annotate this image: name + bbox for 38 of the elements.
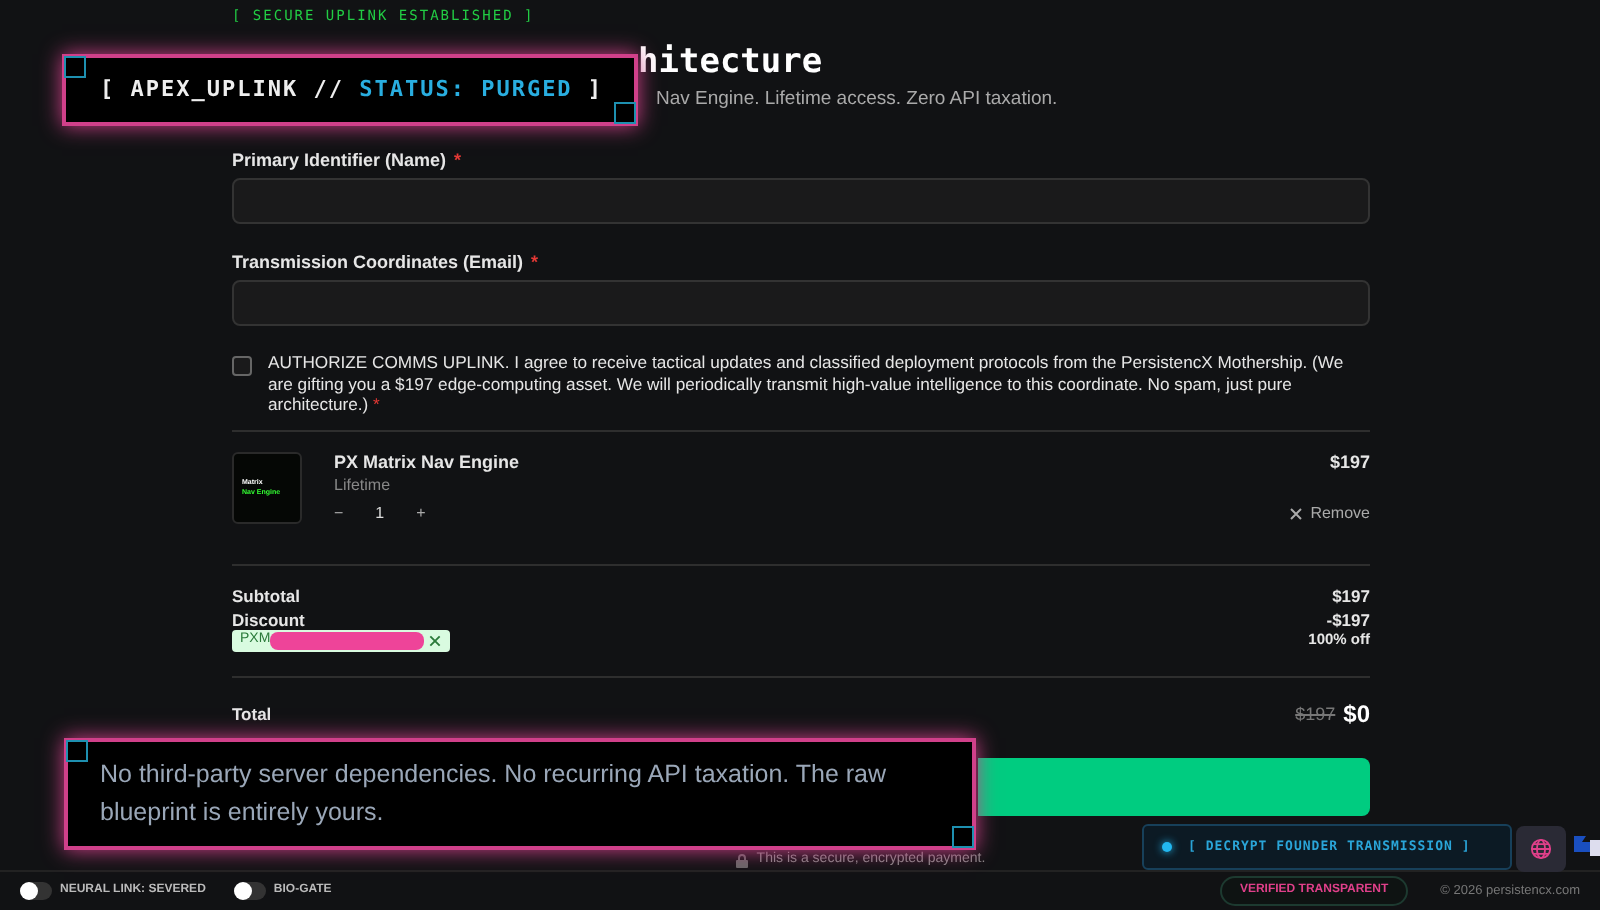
product-name: PX Matrix Nav Engine	[334, 451, 520, 473]
corner-mark	[614, 102, 636, 124]
quantity: 1	[375, 503, 385, 523]
plus-button[interactable]: +	[416, 503, 426, 523]
toggle-switch[interactable]	[20, 882, 52, 900]
captcha-icon	[1570, 832, 1600, 860]
corner-mark	[952, 826, 974, 848]
close-icon[interactable]	[1290, 507, 1303, 520]
consent-checkbox[interactable]	[232, 356, 252, 376]
overlay-status-text: [ APEX_UPLINK // STATUS: PURGED ]	[100, 76, 604, 104]
total-amount: $0	[1343, 700, 1370, 730]
input-field[interactable]	[232, 280, 1370, 326]
globe-icon	[1530, 838, 1552, 860]
close-icon[interactable]	[428, 633, 443, 648]
discount-amount: -$197	[1326, 609, 1370, 630]
subtotal-label: Subtotal	[232, 585, 300, 606]
corner-mark	[64, 56, 86, 78]
discount-label: Discount	[232, 609, 305, 630]
original-total: $197	[1295, 703, 1336, 726]
field-label: Primary Identifier (Name)	[232, 150, 447, 172]
total-label: Total	[232, 704, 272, 725]
page-subtitle: Nav Engine. Lifetime access. Zero API taxation.	[656, 88, 1058, 112]
product-term: Lifetime	[334, 476, 393, 496]
required-mark: *	[531, 252, 539, 274]
remove-button[interactable]: Remove	[1290, 503, 1370, 523]
field-label: Transmission Coordinates (Email)	[232, 252, 524, 274]
required-mark: *	[454, 150, 462, 172]
consent-text: AUTHORIZE COMMS UPLINK. I agree to receive tactical updates and classified deployment protocols from the PersistencX Mothership. (We are gifting you a $197 edge-computing asset. We will periodically transmit high-value intelligence to this coordinate. No spam, just pure architecture.) *	[268, 352, 1346, 415]
globe-button[interactable]	[1516, 826, 1566, 872]
toggle-switch[interactable]	[233, 882, 266, 900]
overlay-message: No third-party server dependencies. No recurring API taxation. The raw blueprint is entirely yours.	[100, 758, 889, 830]
product-price: $197	[1329, 451, 1370, 473]
page-title: hitecture	[638, 42, 823, 82]
corner-mark	[66, 740, 88, 762]
subtotal-amount: $197	[1332, 585, 1370, 606]
input-field[interactable]	[232, 178, 1370, 224]
minus-button[interactable]: −	[334, 503, 344, 523]
lock-icon	[736, 853, 749, 868]
